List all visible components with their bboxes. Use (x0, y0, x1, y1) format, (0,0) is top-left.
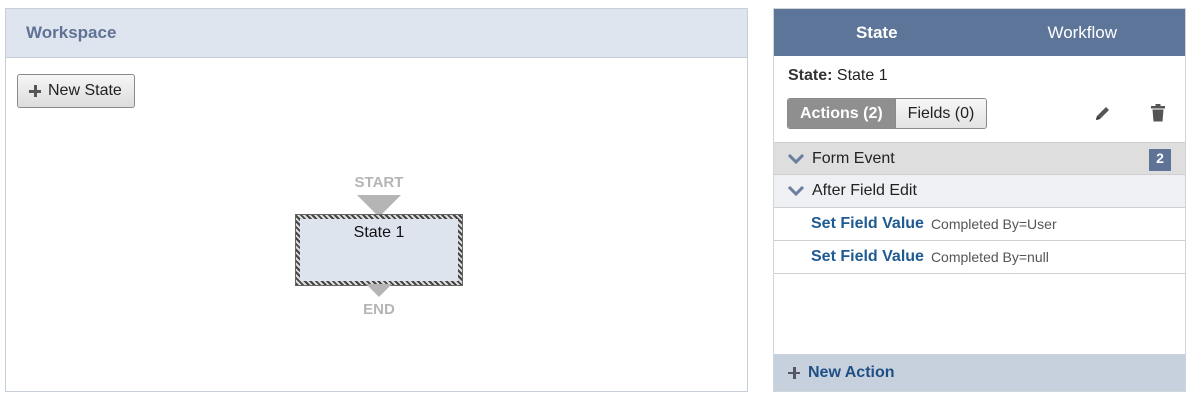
action-name-link[interactable]: Set Field Value (811, 248, 924, 266)
state-name-line: State: State 1 (788, 67, 888, 85)
section-after-field-edit[interactable]: After Field Edit (774, 175, 1185, 208)
workspace-panel: Workspace New State START State 1 END (5, 8, 748, 392)
pencil-icon (1096, 107, 1109, 120)
workspace-title: Workspace (26, 23, 117, 42)
workspace-header: Workspace (6, 9, 747, 58)
state-properties-panel: State Workflow State: State 1 Actions (2… (773, 8, 1186, 392)
action-detail: Completed By=null (930, 249, 1049, 265)
tab-workflow[interactable]: Workflow (980, 9, 1186, 56)
new-state-button[interactable]: New State (17, 74, 135, 108)
chevron-down-icon (788, 153, 804, 164)
start-arrow-icon (357, 195, 401, 217)
action-item[interactable]: Set Field Value Completed By=User (774, 208, 1185, 241)
new-action-button[interactable]: New Action (774, 354, 1185, 391)
action-name-link[interactable]: Set Field Value (811, 215, 924, 233)
fields-tab-button[interactable]: Fields (0) (894, 99, 987, 128)
tab-state[interactable]: State (774, 9, 980, 56)
actions-fields-toggle: Actions (2) Fields (0) (787, 98, 988, 129)
delete-state-button[interactable] (1146, 101, 1170, 125)
action-detail: Completed By=User (930, 216, 1057, 232)
new-state-label: New State (48, 82, 122, 99)
trash-icon (1151, 104, 1165, 122)
count-badge: 2 (1149, 149, 1171, 171)
section-label: After Field Edit (812, 182, 917, 199)
section-label: Form Event (812, 149, 895, 167)
new-action-label: New Action (808, 363, 895, 381)
plus-icon (29, 85, 41, 97)
state-name: State 1 (836, 67, 888, 84)
plus-icon (788, 366, 800, 379)
section-form-event[interactable]: Form Event 2 (774, 142, 1185, 175)
panel-tabs: State Workflow (774, 9, 1185, 56)
action-item[interactable]: Set Field Value Completed By=null (774, 241, 1185, 274)
actions-tab-button[interactable]: Actions (2) (788, 99, 895, 128)
edit-state-button[interactable] (1091, 101, 1115, 125)
start-label: START (354, 174, 404, 191)
state-node-label: State 1 (353, 224, 405, 241)
chevron-down-icon (788, 186, 804, 196)
end-label: END (363, 301, 395, 318)
state-node[interactable]: State 1 (295, 214, 463, 286)
end-arrow-icon (366, 284, 392, 297)
state-prefix: State: (788, 67, 833, 84)
